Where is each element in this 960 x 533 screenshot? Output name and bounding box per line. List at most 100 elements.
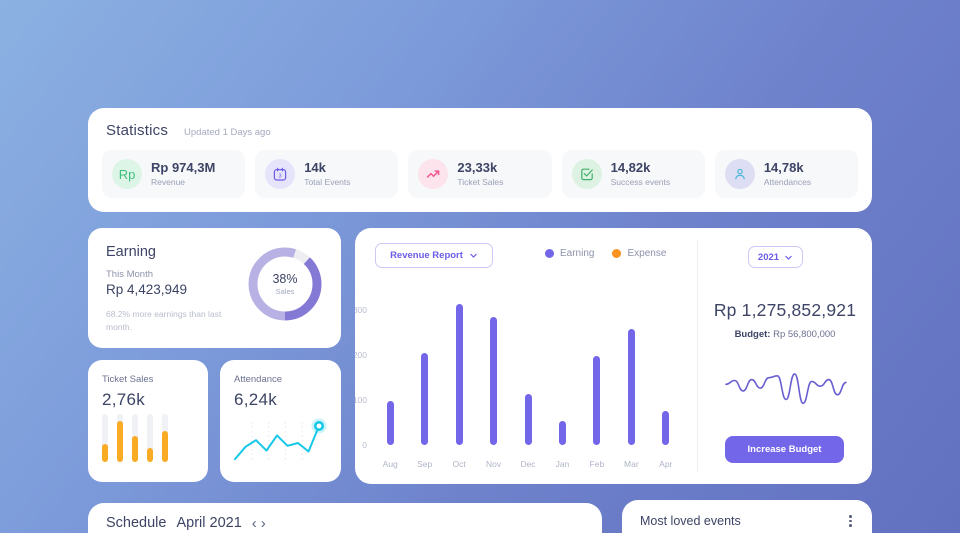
- budget-amount: Rp 56,800,000: [773, 329, 836, 340]
- legend-item-expense: Expense: [612, 248, 666, 259]
- most-loved-title: Most loved events: [640, 513, 741, 528]
- x-axis-tick: Dec: [520, 459, 536, 469]
- attendance-value: 6,24k: [234, 390, 278, 409]
- legend-label-expense: Expense: [627, 248, 667, 259]
- ticket-bar-fill: [102, 443, 108, 462]
- year-label: 2021: [757, 251, 780, 263]
- x-axis-tick: Mar: [624, 459, 639, 469]
- ticket-bar-track: [162, 414, 168, 462]
- stat-card-revenue[interactable]: Rp Rp 974,3M Revenue: [102, 150, 246, 198]
- sparkline-endpoint-2: [316, 423, 322, 429]
- stat-label: Attendances: [763, 176, 812, 187]
- chart-bar: [455, 303, 463, 445]
- chart-bar: [662, 411, 670, 445]
- ticket-bar-fill: [147, 447, 153, 462]
- ticket-bar-track: [132, 414, 138, 462]
- statistics-panel: Statistics Updated 1 Days ago Rp Rp 974,…: [88, 108, 872, 212]
- ticket-bar-track: [117, 414, 123, 462]
- attendance-title: Attendance: [234, 374, 283, 385]
- schedule-title: Schedule: [106, 515, 167, 531]
- stat-label: Revenue: [151, 176, 186, 187]
- earning-card: Earning This Month Rp 4,423,949 68.2% mo…: [88, 228, 341, 348]
- increase-budget-button[interactable]: Increase Budget: [725, 436, 844, 463]
- donut-percent: 38%: [272, 272, 298, 286]
- legend-item-earning: Earning: [545, 248, 594, 259]
- chart-bar: [558, 421, 566, 445]
- stat-card-total-events[interactable]: 3 14k Total Events: [255, 150, 399, 198]
- user-icon: [724, 159, 755, 189]
- x-axis-tick: Oct: [452, 459, 466, 469]
- kebab-menu-icon[interactable]: [847, 513, 854, 529]
- svg-text:3: 3: [279, 174, 282, 180]
- schedule-header: Schedule April 2021 ‹ ›: [88, 503, 602, 531]
- calendar-icon: 3: [265, 159, 296, 189]
- ticket-sales-card: Ticket Sales 2,76k: [88, 360, 208, 482]
- revenue-report-label: Revenue Report: [390, 250, 463, 261]
- chart-bar: [524, 393, 532, 445]
- stat-card-row: Rp Rp 974,3M Revenue 3 14k Total Events: [88, 139, 872, 198]
- donut-center: 38% Sales: [261, 260, 309, 308]
- chart-bar: [490, 317, 498, 445]
- ticket-sales-bar-chart: [88, 410, 208, 462]
- y-axis-tick: 100: [355, 394, 367, 405]
- stat-value: 14,78k: [763, 160, 804, 176]
- page-title: Statistics: [106, 122, 169, 139]
- sparkline-path: [234, 425, 320, 461]
- revenue-report-dropdown[interactable]: Revenue Report: [375, 243, 493, 268]
- ticket-sales-value: 2,76k: [102, 390, 146, 409]
- chevron-down-icon: [470, 253, 477, 258]
- earning-note: 68.2% more earnings than last month.: [106, 309, 222, 332]
- ticket-bar-fill: [132, 435, 138, 462]
- x-axis-tick: Apr: [659, 459, 673, 469]
- x-axis-tick: Sep: [417, 459, 433, 469]
- rupiah-icon: Rp: [112, 159, 142, 189]
- stat-card-attendances[interactable]: 14,78k Attendances: [714, 150, 859, 198]
- schedule-nav: ‹ ›: [252, 516, 266, 531]
- updated-text: Updated 1 Days ago: [184, 127, 271, 138]
- budget-prefix: Budget:: [734, 329, 771, 340]
- chart-bar: [421, 353, 429, 445]
- ticket-bar-fill: [117, 421, 123, 462]
- ticket-sales-title: Ticket Sales: [102, 374, 154, 385]
- y-axis-tick: 200: [355, 349, 367, 360]
- x-axis-tick: Aug: [382, 459, 398, 469]
- chart-legend: Earning Expense: [545, 248, 666, 259]
- budget-panel: 2021 Rp 1,275,852,921 Budget: Rp 56,800,…: [698, 228, 872, 484]
- stat-value: 14,82k: [610, 160, 651, 176]
- stat-card-success-events[interactable]: 14,82k Success events: [561, 150, 705, 198]
- legend-dot-expense: [612, 249, 622, 258]
- chevron-left-icon[interactable]: ‹: [252, 516, 257, 531]
- budget-sparkline: [725, 373, 847, 405]
- statistics-header: Statistics Updated 1 Days ago: [88, 108, 872, 139]
- x-axis-tick: Nov: [485, 459, 502, 469]
- chevron-right-icon[interactable]: ›: [261, 516, 266, 531]
- stat-card-ticket-sales[interactable]: 23,33k Ticket Sales: [408, 150, 552, 198]
- attendance-card: Attendance 6,24k: [220, 360, 341, 482]
- revenue-chart-area: Revenue Report Earning Expense 0 100 200 30…: [355, 228, 697, 484]
- year-dropdown[interactable]: 2021: [748, 246, 803, 268]
- most-loved-events-card: Most loved events: [622, 500, 872, 533]
- schedule-card: Schedule April 2021 ‹ ›: [88, 503, 602, 533]
- attendance-sparkline: [220, 410, 341, 471]
- donut-label: Sales: [275, 287, 295, 296]
- chevron-down-icon: [785, 255, 792, 260]
- rupiah-glyph: Rp: [118, 166, 136, 182]
- x-axis-tick: Jan: [555, 459, 570, 469]
- sales-donut-chart: 38% Sales: [246, 245, 324, 323]
- schedule-month: April 2021: [176, 515, 242, 531]
- check-square-icon: [571, 159, 602, 189]
- total-revenue-amount: Rp 1,275,852,921: [713, 300, 857, 320]
- stat-label: Success events: [610, 176, 671, 187]
- bar-chart-plot: 0 100 200 300 Aug Sep Oct Nov Dec Jan Feb Mar Apr: [355, 288, 683, 473]
- stat-label: Total Events: [304, 176, 351, 187]
- y-axis-tick: 0: [362, 440, 367, 450]
- most-loved-header: Most loved events: [622, 500, 872, 529]
- chart-bar: [593, 356, 601, 445]
- x-axis-tick: Feb: [589, 459, 605, 469]
- stat-value: 14k: [304, 160, 326, 176]
- y-axis-tick: 300: [355, 304, 367, 315]
- stat-value: Rp 974,3M: [151, 160, 216, 176]
- legend-label-earning: Earning: [560, 248, 595, 259]
- chart-bar: [386, 401, 394, 445]
- trending-up-icon: [418, 159, 449, 189]
